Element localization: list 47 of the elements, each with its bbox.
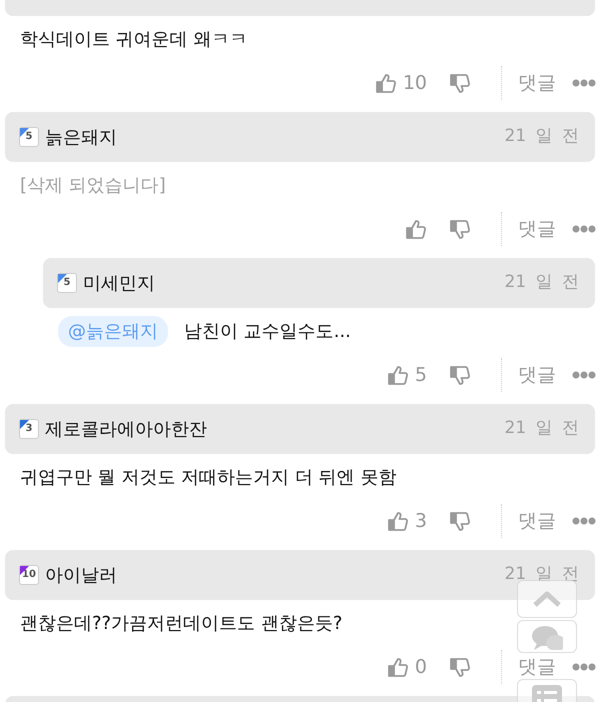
thumbs-up-icon[interactable] [405,218,427,240]
reply-button[interactable]: 댓글 [518,652,556,682]
more-icon[interactable] [572,225,596,233]
level-badge: 3 [19,419,39,439]
mention-tag[interactable]: @늙은돼지 [58,316,168,346]
like-count: 3 [414,508,427,534]
level-badge: 10 [19,565,39,585]
comment-text: 남친이 교수일수도... [184,320,351,344]
comment-text: 귀엽구만 뭘 저것도 저때하는거지 더 뒤엔 못함 [20,466,396,490]
thumbs-up-icon[interactable] [386,656,409,678]
timestamp: 21 일 전 [504,271,579,294]
thumbs-down-icon[interactable] [449,510,471,532]
timestamp: 21 일 전 [504,563,579,586]
thumbs-up-icon[interactable] [386,364,409,386]
reply-button[interactable]: 댓글 [518,214,556,244]
thumbs-down-icon[interactable] [449,218,471,240]
comment-text: [삭제 되었습니다] [20,174,166,198]
author-name[interactable]: 아이날러 [45,562,117,588]
thumbs-down-icon[interactable] [449,364,471,386]
more-icon[interactable] [572,79,596,87]
scroll-top-button[interactable] [517,580,577,618]
thumbs-up-icon[interactable] [386,510,409,532]
timestamp: 21 일 전 [504,417,579,440]
like-count: 10 [402,70,427,96]
speech-bubbles-icon[interactable] [531,624,563,650]
thumbs-up-icon[interactable] [374,72,397,94]
reply-button[interactable]: 댓글 [518,68,556,98]
author-name[interactable]: 늙은돼지 [45,124,117,150]
reply-button[interactable]: 댓글 [518,360,556,390]
more-icon[interactable] [572,517,596,525]
list-icon[interactable] [532,685,562,702]
level-badge: 5 [19,127,39,147]
thumbs-down-icon[interactable] [449,72,471,94]
author-name[interactable]: 미세민지 [83,270,155,296]
comment-text: 학식데이트 귀여운데 왜ㅋㅋ [20,28,248,52]
like-count: 0 [414,654,427,680]
like-count: 5 [414,362,427,388]
thumbs-down-icon[interactable] [449,656,471,678]
level-badge: 5 [57,273,77,293]
more-icon[interactable] [572,663,596,671]
timestamp: 21 일 전 [504,125,579,148]
more-icon[interactable] [572,371,596,379]
author-name[interactable]: 제로콜라에아아한잔 [45,416,207,442]
comment-text: 괜찮은데??가끔저런데이트도 괜찮은듯? [20,612,342,636]
chevron-up-icon[interactable] [532,590,562,608]
comments-button[interactable] [517,620,577,653]
reply-button[interactable]: 댓글 [518,506,556,536]
